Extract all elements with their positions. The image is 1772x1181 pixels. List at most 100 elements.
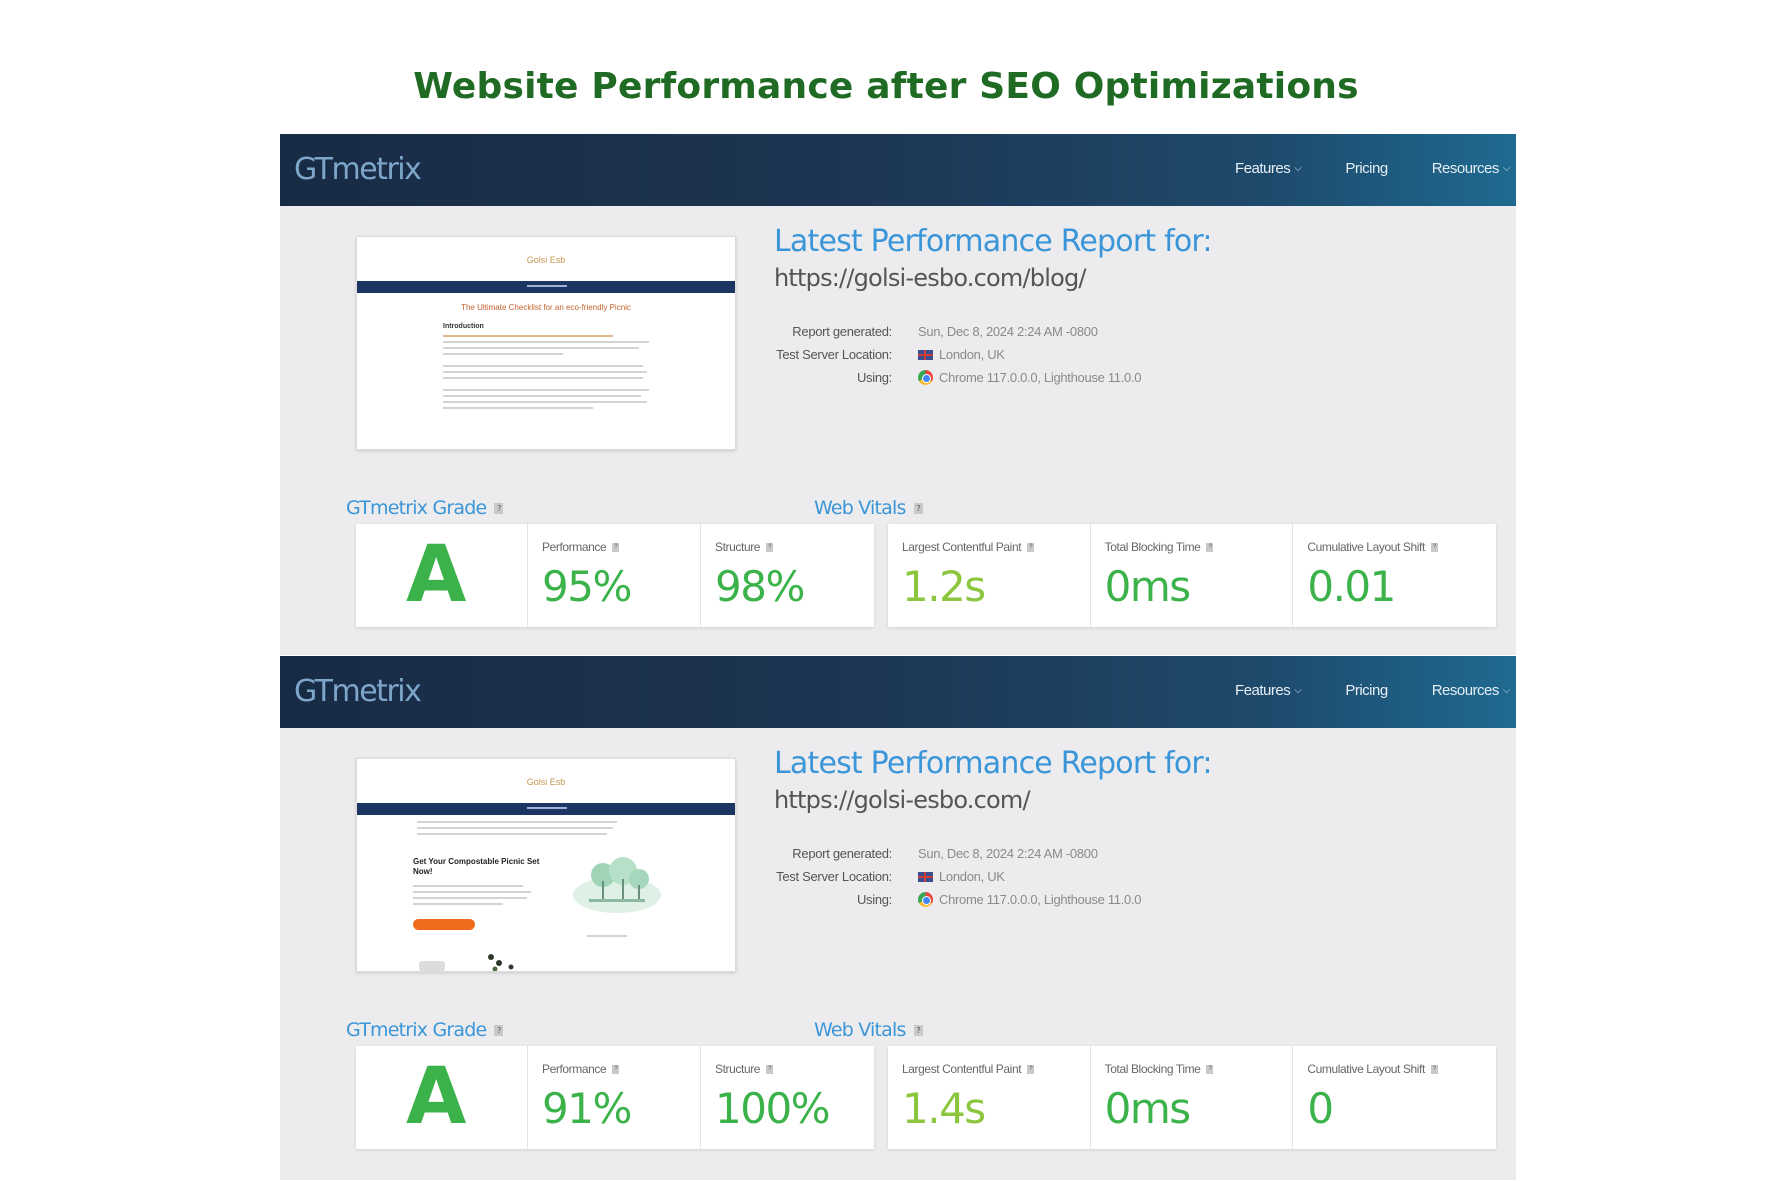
- report-meta-labels: Report generated: Test Server Location: …: [730, 842, 892, 911]
- web-vitals-label-text: Web Vitals: [814, 497, 906, 519]
- nav-resources-label: Resources: [1431, 160, 1500, 177]
- thumbnail-text-line: [443, 353, 563, 355]
- thumbnail-text-line: [413, 891, 531, 893]
- help-icon[interactable]: ?: [494, 1024, 504, 1036]
- report-generated-label: Report generated:: [792, 324, 892, 339]
- nav-pricing[interactable]: Pricing: [1345, 682, 1388, 699]
- help-icon[interactable]: ?: [1206, 542, 1214, 552]
- performance-label: Performance?: [542, 540, 620, 554]
- thumbnail-cta-button: [413, 919, 475, 930]
- thumbnail-text-line: [443, 347, 639, 349]
- grade-letter: A: [406, 1052, 467, 1142]
- page-screenshot-thumbnail[interactable]: Golsi Esb The Ultimate Checklist for an …: [356, 236, 736, 450]
- server-location-value: London, UK: [939, 869, 1005, 884]
- nav-resources[interactable]: Resources ⌵: [1431, 682, 1511, 699]
- help-icon[interactable]: ?: [913, 1024, 923, 1036]
- report-generated-label: Report generated:: [792, 846, 892, 861]
- using-label: Using:: [856, 370, 892, 385]
- thumbnail-text-line: [443, 335, 613, 337]
- nav-features-label: Features: [1235, 682, 1291, 699]
- gtmetrix-logo[interactable]: GTmetrix: [294, 674, 422, 709]
- help-icon[interactable]: ?: [1430, 542, 1438, 552]
- gtmetrix-grade-label[interactable]: GTmetrix Grade?: [346, 1019, 504, 1041]
- web-vitals-card: Largest Contentful Paint? 1.2s Total Blo…: [888, 524, 1496, 627]
- chevron-down-icon: ⌵: [1502, 685, 1511, 696]
- help-icon[interactable]: ?: [766, 1064, 774, 1074]
- nav-resources-label: Resources: [1431, 682, 1500, 699]
- tbt-label-text: Total Blocking Time: [1104, 1062, 1201, 1076]
- report-meta-values: Sun, Dec 8, 2024 2:24 AM -0800 London, U…: [918, 320, 1142, 389]
- chevron-down-icon: ⌵: [1294, 685, 1302, 696]
- flag-uk-icon: [918, 871, 933, 882]
- help-icon[interactable]: ?: [494, 502, 504, 514]
- nav-pricing-label: Pricing: [1345, 160, 1388, 177]
- using-row: Chrome 117.0.0.0, Lighthouse 11.0.0: [918, 888, 1142, 911]
- nav-resources[interactable]: Resources ⌵: [1431, 160, 1511, 177]
- thumbnail-text-line: [443, 389, 649, 391]
- server-location-row: London, UK: [918, 343, 1141, 366]
- gtmetrix-grade-label-text: GTmetrix Grade: [346, 1019, 487, 1041]
- nav-features[interactable]: Features ⌵: [1235, 160, 1302, 177]
- performance-value: 95%: [542, 562, 632, 611]
- lcp-label-text: Largest Contentful Paint: [902, 540, 1022, 554]
- lcp-label: Largest Contentful Paint?: [902, 1062, 1035, 1076]
- page-title: Website Performance after SEO Optimizati…: [413, 66, 1359, 107]
- nav-menu: Features ⌵ Pricing Resources ⌵: [1235, 682, 1516, 699]
- chrome-icon: [918, 892, 933, 907]
- report-title: Latest Performance Report for:: [774, 746, 1213, 781]
- structure-cell: Structure? 100%: [701, 1046, 874, 1149]
- performance-label-text: Performance: [542, 1062, 607, 1076]
- thumbnail-nav-bar: [357, 281, 735, 293]
- structure-label: Structure?: [715, 540, 774, 554]
- web-vitals-label[interactable]: Web Vitals?: [814, 497, 923, 519]
- tbt-label: Total Blocking Time?: [1105, 540, 1214, 554]
- report-panel-home: GTmetrix Features ⌵ Pricing Resources ⌵ Go…: [280, 656, 1516, 1180]
- help-icon[interactable]: ?: [612, 542, 620, 552]
- report-panel-blog: GTmetrix Features ⌵ Pricing Resources ⌵ Go…: [280, 134, 1516, 655]
- thumbnail-text-line: [443, 365, 643, 367]
- structure-label-text: Structure: [715, 1062, 761, 1076]
- nav-pricing[interactable]: Pricing: [1345, 160, 1388, 177]
- server-location-label: Test Server Location:: [776, 347, 892, 362]
- web-vitals-card: Largest Contentful Paint? 1.4s Total Blo…: [888, 1046, 1496, 1149]
- gtmetrix-logo[interactable]: GTmetrix: [294, 152, 422, 187]
- page-screenshot-thumbnail[interactable]: Golsi Esb Get Your Compostable Picnic Se…: [356, 758, 736, 972]
- tbt-label-text: Total Blocking Time: [1104, 540, 1201, 554]
- gtmetrix-grade-label[interactable]: GTmetrix Grade?: [346, 497, 504, 519]
- web-vitals-label-text: Web Vitals: [814, 1019, 906, 1041]
- thumbnail-text-line: [443, 395, 641, 397]
- performance-value: 91%: [542, 1084, 632, 1133]
- help-icon[interactable]: ?: [1027, 1064, 1035, 1074]
- structure-label: Structure?: [715, 1062, 774, 1076]
- using-value: Chrome 117.0.0.0, Lighthouse 11.0.0: [939, 370, 1142, 385]
- help-icon[interactable]: ?: [1430, 1064, 1438, 1074]
- help-icon[interactable]: ?: [766, 542, 774, 552]
- cls-cell: Cumulative Layout Shift? 0: [1293, 1046, 1496, 1149]
- lcp-value: 1.4s: [902, 1084, 986, 1133]
- thumbnail-text-line: [443, 377, 643, 379]
- thumbnail-text-line: [443, 371, 647, 373]
- lcp-cell: Largest Contentful Paint? 1.2s: [888, 524, 1091, 627]
- grade-cell: A: [356, 524, 528, 627]
- nav-features[interactable]: Features ⌵: [1235, 682, 1302, 699]
- server-location-row: London, UK: [918, 865, 1141, 888]
- help-icon[interactable]: ?: [612, 1064, 620, 1074]
- cls-value: 0.01: [1307, 562, 1396, 611]
- cls-label-text: Cumulative Layout Shift: [1307, 540, 1425, 554]
- thumbnail-text-line: [417, 827, 613, 829]
- chrome-icon: [918, 370, 933, 385]
- thumbnail-text-line: [587, 935, 627, 937]
- help-icon[interactable]: ?: [1206, 1064, 1214, 1074]
- report-url[interactable]: https://golsi-esbo.com/: [774, 786, 1031, 814]
- web-vitals-label[interactable]: Web Vitals?: [814, 1019, 923, 1041]
- help-icon[interactable]: ?: [913, 502, 923, 514]
- thumbnail-text-line: [417, 833, 607, 835]
- thumbnail-footer-art: [419, 954, 514, 971]
- report-url[interactable]: https://golsi-esbo.com/blog/: [774, 264, 1087, 292]
- thumbnail-site-name: Golsi Esb: [526, 777, 566, 787]
- report-generated-value: Sun, Dec 8, 2024 2:24 AM -0800: [918, 846, 1098, 861]
- thumbnail-text-line: [443, 341, 649, 343]
- help-icon[interactable]: ?: [1027, 542, 1035, 552]
- lcp-value: 1.2s: [902, 562, 986, 611]
- using-row: Chrome 117.0.0.0, Lighthouse 11.0.0: [918, 366, 1142, 389]
